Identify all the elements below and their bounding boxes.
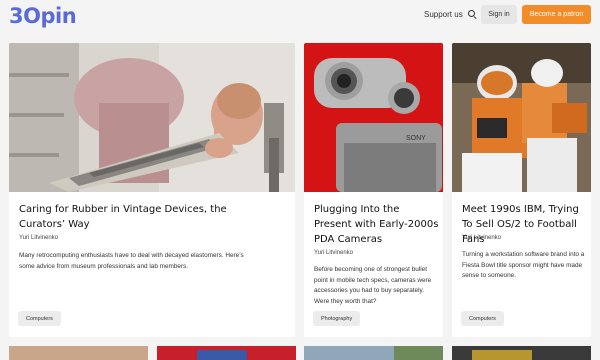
article-image[interactable]: SONY [304, 43, 443, 192]
article-card[interactable]: Caring for Rubber in Vintage Devices, th… [9, 43, 295, 337]
support-link[interactable]: Support us [424, 10, 477, 19]
site-logo[interactable]: 3Opin [9, 4, 77, 28]
article-image-partial[interactable] [157, 346, 296, 360]
article-photo-rubber [9, 43, 295, 192]
article-photo-football [452, 43, 591, 192]
signin-button[interactable]: Sign in [481, 5, 517, 24]
category-tag[interactable]: Computers [461, 311, 504, 326]
article-title[interactable]: Plugging Into the Present with Early-200… [314, 202, 439, 247]
article-image-partial[interactable] [9, 346, 148, 360]
article-image[interactable] [9, 43, 295, 192]
article-author[interactable]: Yuri Litvinenko [462, 235, 501, 241]
article-image[interactable] [452, 43, 591, 192]
become-patron-button[interactable]: Become a patron [522, 5, 591, 24]
category-tag[interactable]: Computers [18, 311, 61, 326]
image-detail [472, 350, 532, 360]
article-image-partial[interactable] [304, 346, 443, 360]
article-image-partial[interactable] [452, 346, 591, 360]
site-header: 3Opin Support us Sign in Become a patron [0, 0, 600, 34]
article-title[interactable]: Caring for Rubber in Vintage Devices, th… [19, 202, 249, 232]
image-detail [394, 346, 443, 360]
article-photo-pda-camera: SONY [304, 43, 443, 192]
article-author[interactable]: Yuri Litvinenko [19, 235, 58, 241]
article-card[interactable]: SONY Plugging Into the Present with Earl… [304, 43, 443, 337]
article-card[interactable]: Meet 1990s IBM, Trying To Sell OS/2 to F… [452, 43, 591, 337]
article-description: Many retrocomputing enthusiasts have to … [19, 252, 244, 270]
sony-brand-text: SONY [406, 135, 426, 142]
article-description: Before becoming one of strongest bullet … [314, 266, 432, 305]
category-tag[interactable]: Photography [313, 311, 361, 326]
article-author[interactable]: Yuri Litvinenko [314, 250, 353, 256]
image-detail [197, 350, 247, 360]
article-description: Turning a workstation software brand int… [462, 251, 585, 279]
search-icon[interactable] [467, 10, 477, 19]
logo-text: 3Opin [9, 4, 77, 28]
support-label: Support us [424, 10, 463, 19]
